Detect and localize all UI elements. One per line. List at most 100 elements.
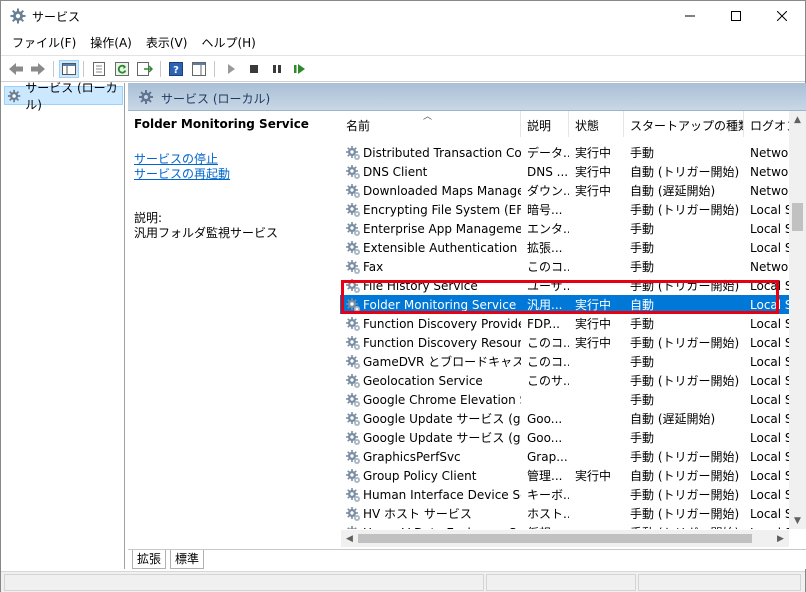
help-button[interactable]: ? (166, 60, 186, 78)
menu-file[interactable]: ファイル(F) (5, 32, 83, 54)
service-row[interactable]: Geolocation Serviceこのサ...手動 (トリガー開始)Loca… (340, 371, 806, 390)
service-startup-cell: 手動 (630, 317, 655, 331)
service-name: Function Discovery Provider... (363, 316, 521, 331)
action-pane-icon (192, 62, 206, 76)
service-row[interactable]: Extensible Authentication P... 拡張... 手動 Loc… (340, 238, 806, 257)
gear-icon (138, 89, 154, 108)
service-startup-cell: 手動 (トリガー開始) (630, 279, 740, 293)
column-header-description[interactable]: 説明 (521, 111, 569, 137)
service-row[interactable]: GraphicsPerfSvc Grap... 手動 (トリガー開始) Local S (340, 447, 806, 466)
vertical-scrollbar[interactable]: ▲ ▼ (789, 111, 806, 529)
service-row-selected[interactable]: Folder Monitoring Service 汎用... 実行中 自動 Local… (340, 295, 806, 314)
service-gear-icon (345, 354, 363, 370)
minimize-icon (685, 15, 695, 17)
close-button[interactable] (759, 1, 805, 31)
service-name: Encrypting File System (EFS) (363, 202, 521, 217)
horizontal-scrollbar[interactable]: ◀ ▶ (341, 530, 789, 547)
toolbar-separator (214, 61, 215, 77)
service-description-cell: Goo... (527, 411, 563, 426)
restart-icon (294, 64, 305, 74)
tree-item-services-local[interactable]: サービス (ローカル) (4, 81, 123, 112)
service-row[interactable]: File History Serviceユーザ...手動 (トリガー開始)Loc… (340, 276, 806, 295)
service-name-cell: Encrypting File System (EFS) (340, 202, 521, 218)
vertical-scroll-thumb[interactable] (792, 203, 803, 231)
maximize-button[interactable] (713, 1, 759, 31)
service-gear-icon (345, 506, 363, 522)
service-row[interactable]: Downloaded Maps Manager ダウン... 実行中 自動 (遅延開始… (340, 181, 806, 200)
forward-arrow-icon (31, 63, 45, 75)
back-button[interactable] (6, 60, 26, 78)
export-list-button[interactable] (135, 60, 155, 78)
restart-service-button[interactable] (290, 60, 310, 78)
column-headers: ︿ 名前 説明 状態 スタートアップの種類 ログオン (340, 111, 806, 137)
service-status-cell: 実行中 (575, 146, 612, 160)
service-row[interactable]: Human Interface Device Ser... キーボ... 手動 (ト… (340, 485, 806, 504)
service-gear-icon (345, 487, 363, 503)
service-gear-icon (345, 392, 363, 408)
back-arrow-icon (9, 63, 23, 75)
action-pane-button[interactable] (189, 60, 209, 78)
service-row[interactable]: Function Discovery Resourc... このコ... 実行中 手動… (340, 333, 806, 352)
start-service-button[interactable] (221, 60, 241, 78)
tab-extended[interactable]: 拡張 (132, 550, 167, 569)
service-name-cell: Function Discovery Resourc... (340, 335, 521, 351)
pause-icon (273, 65, 281, 73)
service-row[interactable]: HV ホスト サービスホスト...手動 (トリガー開始)Local S (340, 504, 806, 523)
service-gear-icon (345, 373, 363, 389)
service-gear-icon (345, 278, 363, 294)
forward-button[interactable] (28, 60, 48, 78)
service-row[interactable]: Encrypting File System (EFS) 暗号... 手動 (トリガ… (340, 200, 806, 219)
scroll-down-button[interactable]: ▼ (789, 512, 806, 529)
service-row[interactable]: Google Update サービス (gup...Goo...手動Local … (340, 428, 806, 447)
menu-help[interactable]: ヘルプ(H) (194, 32, 262, 54)
service-description-cell: 拡張... (527, 241, 563, 255)
service-gear-icon (345, 525, 363, 529)
service-name-cell: Extensible Authentication P... (340, 240, 521, 256)
toolbar-separator (53, 61, 54, 77)
service-startup-cell: 手動 (トリガー開始) (630, 336, 740, 350)
service-gear-icon (345, 449, 363, 465)
horizontal-scroll-thumb[interactable] (358, 534, 752, 543)
title-bar[interactable]: サービス (1, 1, 805, 31)
minimize-button[interactable] (667, 1, 713, 31)
service-row[interactable]: Enterprise App Managemen...エンタ...手動Local… (340, 219, 806, 238)
service-startup-cell: 手動 (630, 146, 655, 160)
restart-service-link[interactable]: サービスの再起動 (134, 165, 230, 182)
service-gear-icon (345, 411, 363, 427)
service-description-cell: このサ... (527, 374, 569, 388)
service-description-cell: 暗号... (527, 203, 563, 217)
stop-service-button[interactable] (244, 60, 264, 78)
column-header-name[interactable]: ︿ 名前 (340, 111, 521, 137)
service-gear-icon (345, 202, 363, 218)
tab-standard[interactable]: 標準 (170, 550, 205, 569)
service-row[interactable]: GameDVR とブロードキャスト ユ...このコ...手動Local S (340, 352, 806, 371)
service-row[interactable]: Group Policy Client 管理... 実行中 自動 (トリガー開始) Lo… (340, 466, 806, 485)
scroll-left-button[interactable]: ◀ (341, 530, 358, 547)
service-startup-cell: 自動 (遅延開始) (630, 412, 716, 426)
service-row[interactable]: Google Chrome Elevation S...手動Local S (340, 390, 806, 409)
service-row[interactable]: Faxこのコ...手動Netwo (340, 257, 806, 276)
properties-button[interactable] (89, 60, 109, 78)
service-description-cell: 仮想... (521, 524, 569, 529)
refresh-button[interactable] (112, 60, 132, 78)
service-name-cell: GameDVR とブロードキャスト ユ... (340, 353, 521, 370)
menu-view[interactable]: 表示(V) (139, 32, 195, 54)
service-row[interactable]: Google Update サービス (gup... Goo... 自動 (遅延開始… (340, 409, 806, 428)
show-hide-tree-button[interactable] (59, 60, 79, 78)
service-row[interactable]: DNS Client DNS ... 実行中 自動 (トリガー開始) Netwo (340, 162, 806, 181)
scroll-right-button[interactable]: ▶ (772, 530, 789, 547)
service-row[interactable]: Distributed Transaction Coo... データ... 実行中 手… (340, 143, 806, 162)
service-name-cell: Geolocation Service (340, 373, 521, 389)
scroll-up-button[interactable]: ▲ (789, 111, 806, 128)
service-description-cell: ダウン... (527, 184, 569, 198)
service-name: DNS Client (363, 164, 428, 179)
service-startup-cell: 手動 (トリガー開始) (630, 450, 740, 464)
column-header-startup-type[interactable]: スタートアップの種類 (624, 111, 744, 137)
service-name: Fax (363, 259, 384, 274)
service-name-cell: Google Update サービス (gup... (340, 410, 521, 427)
column-header-status[interactable]: 状態 (569, 111, 624, 137)
service-row[interactable]: Hyper-V Data Exchange Ser...仮想... 手動 (トリガ… (340, 523, 806, 529)
service-row[interactable]: Function Discovery Provider... FDP... 実行中 手… (340, 314, 806, 333)
pause-service-button[interactable] (267, 60, 287, 78)
menu-action[interactable]: 操作(A) (83, 32, 139, 54)
